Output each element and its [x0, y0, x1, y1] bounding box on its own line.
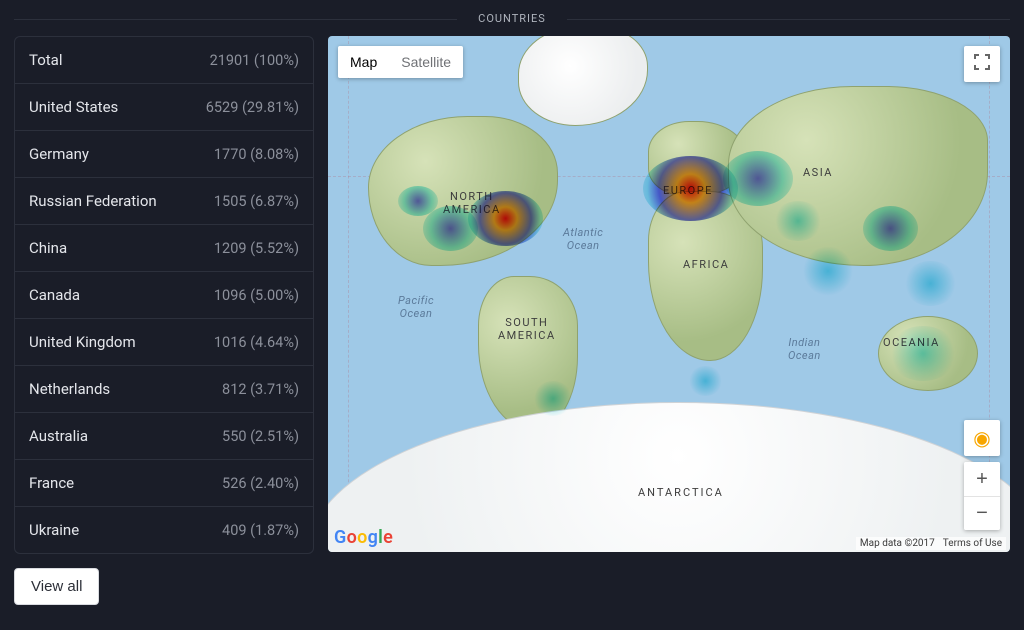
streetview-pegman[interactable]: ◉	[964, 420, 1000, 456]
row-value: 1209 (5.52%)	[214, 240, 299, 257]
land-australia	[878, 316, 978, 391]
row-value: 409 (1.87%)	[222, 522, 299, 539]
row-value: 1016 (4.64%)	[214, 334, 299, 351]
table-row[interactable]: United States 6529 (29.81%)	[15, 84, 313, 131]
row-name: China	[29, 239, 67, 257]
table-row[interactable]: United Kingdom 1016 (4.64%)	[15, 319, 313, 366]
row-name: Total	[29, 51, 63, 69]
map-label-indian: Indian Ocean	[788, 336, 821, 362]
row-value: 6529 (29.81%)	[206, 99, 299, 116]
row-name: Australia	[29, 427, 88, 445]
table-row[interactable]: Canada 1096 (5.00%)	[15, 272, 313, 319]
row-name: Canada	[29, 286, 80, 304]
zoom-out-button[interactable]: −	[964, 496, 1000, 530]
row-name: Ukraine	[29, 521, 79, 539]
fullscreen-icon	[974, 54, 990, 74]
land-antarctica	[328, 402, 1010, 552]
map-type-satellite-button[interactable]: Satellite	[389, 46, 463, 78]
terms-of-use-link[interactable]: Terms of Use	[943, 538, 1002, 549]
row-name: Russian Federation	[29, 192, 157, 210]
view-all-button[interactable]: View all	[14, 568, 99, 605]
map-label-pacific: Pacific Ocean	[398, 294, 434, 320]
zoom-in-button[interactable]: +	[964, 462, 1000, 496]
map-data-text: Map data ©2017	[860, 538, 935, 549]
pegman-icon: ◉	[973, 426, 990, 450]
fullscreen-button[interactable]	[964, 46, 1000, 82]
zoom-control: + −	[964, 462, 1000, 530]
section-title: COUNTRIES	[14, 10, 1010, 28]
row-value: 550 (2.51%)	[222, 428, 299, 445]
map-type-map-button[interactable]: Map	[338, 46, 389, 78]
map-attribution: Map data ©2017 Terms of Use	[856, 537, 1006, 550]
row-value: 21901 (100%)	[210, 52, 299, 69]
row-value: 526 (2.40%)	[222, 475, 299, 492]
heat-blob	[688, 366, 723, 396]
table-row[interactable]: Australia 550 (2.51%)	[15, 413, 313, 460]
table-row[interactable]: France 526 (2.40%)	[15, 460, 313, 507]
map-gridline	[348, 36, 349, 552]
map-type-control: Map Satellite	[338, 46, 463, 78]
row-name: United Kingdom	[29, 333, 136, 351]
land-asia	[728, 86, 988, 266]
table-row[interactable]: China 1209 (5.52%)	[15, 225, 313, 272]
table-row[interactable]: Russian Federation 1505 (6.87%)	[15, 178, 313, 225]
row-value: 1770 (8.08%)	[214, 146, 299, 163]
heatmap-world-map[interactable]: NORTH AMERICA SOUTH AMERICA EUROPE AFRIC…	[328, 36, 1010, 552]
table-row[interactable]: Netherlands 812 (3.71%)	[15, 366, 313, 413]
land-greenland	[518, 36, 648, 126]
row-name: Netherlands	[29, 380, 110, 398]
row-name: France	[29, 474, 74, 492]
row-value: 1505 (6.87%)	[214, 193, 299, 210]
row-value: 812 (3.71%)	[222, 381, 299, 398]
table-row[interactable]: Total 21901 (100%)	[15, 37, 313, 84]
row-value: 1096 (5.00%)	[214, 287, 299, 304]
table-row[interactable]: Germany 1770 (8.08%)	[15, 131, 313, 178]
countries-table: Total 21901 (100%) United States 6529 (2…	[14, 36, 314, 554]
land-south-america	[478, 276, 578, 431]
row-name: United States	[29, 98, 118, 116]
row-name: Germany	[29, 145, 89, 163]
table-row[interactable]: Ukraine 409 (1.87%)	[15, 507, 313, 553]
google-logo: Google	[334, 527, 393, 548]
